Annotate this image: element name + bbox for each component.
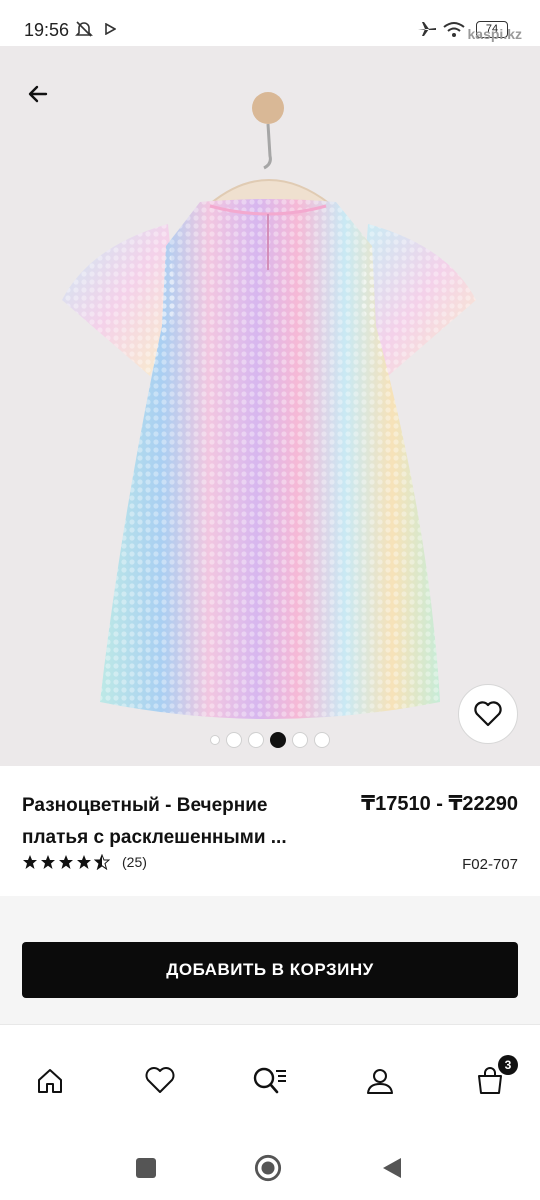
product-gallery[interactable] xyxy=(0,46,540,766)
product-info: Разноцветный - Вечерние платья с расклеш… xyxy=(0,766,540,896)
star-icon xyxy=(41,855,55,869)
home-system-button[interactable] xyxy=(254,1154,282,1182)
pagination-dot[interactable] xyxy=(314,732,330,748)
circle-icon xyxy=(254,1154,282,1182)
nav-profile[interactable] xyxy=(360,1061,400,1101)
profile-icon xyxy=(367,1069,393,1094)
silent-bell-icon xyxy=(74,18,94,40)
back-button[interactable] xyxy=(22,78,54,110)
play-icon xyxy=(104,18,116,40)
pagination-dot[interactable] xyxy=(226,732,242,748)
pagination-dot[interactable] xyxy=(210,735,220,745)
nav-cart[interactable]: 3 xyxy=(470,1055,518,1101)
nav-home[interactable] xyxy=(30,1061,70,1101)
product-price: ₸17510 - ₸22290 xyxy=(361,793,518,815)
star-half-icon xyxy=(94,854,110,870)
system-navigation xyxy=(0,1136,540,1200)
arrow-left-icon xyxy=(28,85,48,103)
nav-favorites[interactable] xyxy=(140,1061,180,1101)
nav-search[interactable] xyxy=(250,1061,290,1101)
rating-count: (25) xyxy=(122,854,147,870)
back-system-button[interactable] xyxy=(378,1154,406,1182)
pagination-dot[interactable] xyxy=(292,732,308,748)
product-rating[interactable]: (25) xyxy=(22,854,147,870)
gallery-pagination xyxy=(0,732,540,748)
triangle-back-icon xyxy=(383,1158,401,1178)
star-icon xyxy=(77,855,91,869)
product-image xyxy=(62,92,476,719)
star-icon xyxy=(23,855,37,869)
cart-badge: 3 xyxy=(498,1055,518,1075)
wifi-icon xyxy=(442,18,466,40)
star-icon xyxy=(59,855,73,869)
watermark: kaspi.kz xyxy=(467,26,522,42)
product-title: Разноцветный - Вечерние платья с расклеш… xyxy=(22,795,287,848)
heart-icon xyxy=(474,701,502,727)
square-icon xyxy=(136,1158,156,1178)
product-sku: F02-707 xyxy=(462,856,518,873)
pagination-dot[interactable] xyxy=(248,732,264,748)
home-icon xyxy=(38,1069,62,1093)
add-to-cart-button[interactable]: ДОБАВИТЬ В КОРЗИНУ xyxy=(22,942,518,998)
pagination-dot-active[interactable] xyxy=(270,732,286,748)
airplane-icon xyxy=(416,18,438,40)
bottom-navigation: 3 xyxy=(0,1024,540,1136)
search-icon xyxy=(253,1067,286,1094)
heart-icon xyxy=(145,1067,175,1093)
recents-button[interactable] xyxy=(132,1154,160,1182)
status-time: 19:56 xyxy=(24,20,70,40)
cart-section: ДОБАВИТЬ В КОРЗИНУ xyxy=(0,896,540,1024)
status-bar: 19:56 74 kaspi.kz xyxy=(0,0,540,46)
